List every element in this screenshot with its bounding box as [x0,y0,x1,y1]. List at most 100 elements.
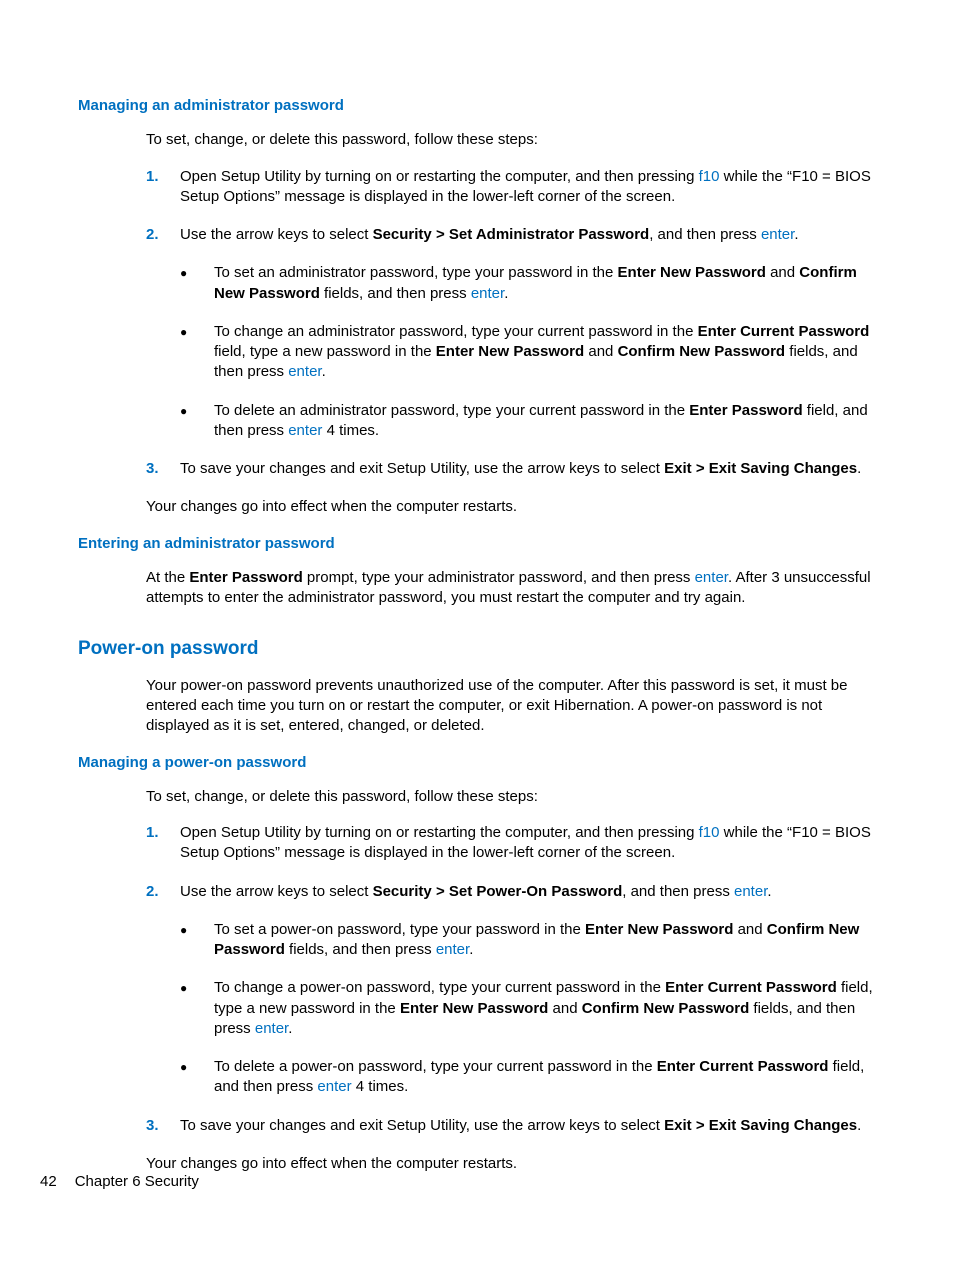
list-item: 2. Use the arrow keys to select Security… [146,882,876,902]
list-body: To set an administrator password, type y… [214,263,876,304]
list-body: To set a power-on password, type your pa… [214,920,876,961]
text: To delete a power-on password, type your… [214,1058,657,1075]
list-body: To delete a power-on password, type your… [214,1057,876,1098]
text: , and then press [622,883,734,900]
list-item: ● To change a power-on password, type yo… [180,978,876,1039]
list-number: 2. [146,882,180,902]
text: . [857,460,861,477]
text: and [766,264,799,281]
list-number: 3. [146,1116,180,1136]
key-enter: enter [317,1078,351,1095]
paragraph: Your changes go into effect when the com… [146,1154,876,1174]
bold-text: Security > Set Power-On Password [373,883,623,900]
list-item: 2. Use the arrow keys to select Security… [146,225,876,245]
text: To set an administrator password, type y… [214,264,618,281]
list-number: 1. [146,823,180,864]
text: and [548,1000,581,1017]
text: To change an administrator password, typ… [214,323,698,340]
bold-text: Enter Current Password [665,979,837,996]
list-body: To change a power-on password, type your… [214,978,876,1039]
list-item: 1. Open Setup Utility by turning on or r… [146,823,876,864]
bullet-icon: ● [180,322,214,383]
text: . [469,941,473,958]
bold-text: Exit > Exit Saving Changes [664,1117,857,1134]
ordered-list: 1. Open Setup Utility by turning on or r… [146,823,876,1136]
text: Use the arrow keys to select [180,226,373,243]
list-item: 3. To save your changes and exit Setup U… [146,459,876,479]
text: Open Setup Utility by turning on or rest… [180,168,699,185]
list-number: 1. [146,167,180,208]
key-f10: f10 [699,824,720,841]
heading-power-on-password: Power-on password [78,636,876,662]
text: and [584,343,617,360]
bold-text: Confirm New Password [582,1000,750,1017]
text: To change a power-on password, type your… [214,979,665,996]
key-enter: enter [695,569,728,586]
bold-text: Enter Password [189,569,302,586]
list-item: ● To set a power-on password, type your … [180,920,876,961]
list-item: ● To change an administrator password, t… [180,322,876,383]
bullet-icon: ● [180,401,214,442]
bold-text: Enter New Password [436,343,584,360]
list-body: Open Setup Utility by turning on or rest… [180,167,876,208]
bullet-icon: ● [180,920,214,961]
text: To save your changes and exit Setup Util… [180,1117,664,1134]
text: . [322,363,326,380]
list-number: 2. [146,225,180,245]
bold-text: Confirm New Password [618,343,786,360]
bullet-icon: ● [180,978,214,1039]
list-item: 1. Open Setup Utility by turning on or r… [146,167,876,208]
key-enter: enter [288,363,321,380]
bold-text: Enter New Password [585,921,733,938]
text: , and then press [649,226,761,243]
text: field, type a new password in the [214,343,436,360]
text: To save your changes and exit Setup Util… [180,460,664,477]
list-body: To change an administrator password, typ… [214,322,876,383]
list-item: 3. To save your changes and exit Setup U… [146,1116,876,1136]
bullet-icon: ● [180,263,214,304]
bullet-icon: ● [180,1057,214,1098]
key-enter: enter [436,941,469,958]
paragraph: To set, change, or delete this password,… [146,787,876,807]
text: . [794,226,798,243]
text: prompt, type your administrator password… [303,569,695,586]
list-body: Use the arrow keys to select Security > … [180,882,876,902]
text: Use the arrow keys to select [180,883,373,900]
bullet-list: ● To set a power-on password, type your … [180,920,876,1098]
key-enter: enter [288,422,322,439]
text: fields, and then press [320,285,471,302]
text: 4 times. [352,1078,409,1095]
bold-text: Enter Password [689,402,802,419]
text: To delete an administrator password, typ… [214,402,689,419]
key-enter: enter [255,1020,288,1037]
chapter-label: Chapter 6 Security [75,1173,199,1190]
list-item: ● To delete an administrator password, t… [180,401,876,442]
list-body: To delete an administrator password, typ… [214,401,876,442]
text: Open Setup Utility by turning on or rest… [180,824,699,841]
bold-text: Enter Current Password [698,323,870,340]
heading-managing-power-on-password: Managing a power-on password [78,753,876,773]
page-number: 42 [40,1173,57,1190]
list-number: 3. [146,459,180,479]
bullet-list: ● To set an administrator password, type… [180,263,876,441]
key-enter: enter [734,883,767,900]
list-body: Open Setup Utility by turning on or rest… [180,823,876,864]
bold-text: Enter New Password [618,264,766,281]
paragraph: At the Enter Password prompt, type your … [146,568,876,609]
key-f10: f10 [699,168,720,185]
paragraph: To set, change, or delete this password,… [146,130,876,150]
bold-text: Enter Current Password [657,1058,829,1075]
list-item: ● To delete a power-on password, type yo… [180,1057,876,1098]
paragraph: Your changes go into effect when the com… [146,497,876,517]
text: To set a power-on password, type your pa… [214,921,585,938]
bold-text: Enter New Password [400,1000,548,1017]
list-body: Use the arrow keys to select Security > … [180,225,876,245]
text: 4 times. [322,422,379,439]
text: and [733,921,766,938]
list-body: To save your changes and exit Setup Util… [180,1116,876,1136]
ordered-list: 1. Open Setup Utility by turning on or r… [146,167,876,480]
paragraph: Your power-on password prevents unauthor… [146,676,876,737]
document-page: Managing an administrator password To se… [0,0,954,1270]
page-footer: 42 Chapter 6 Security [40,1172,199,1192]
bold-text: Exit > Exit Saving Changes [664,460,857,477]
